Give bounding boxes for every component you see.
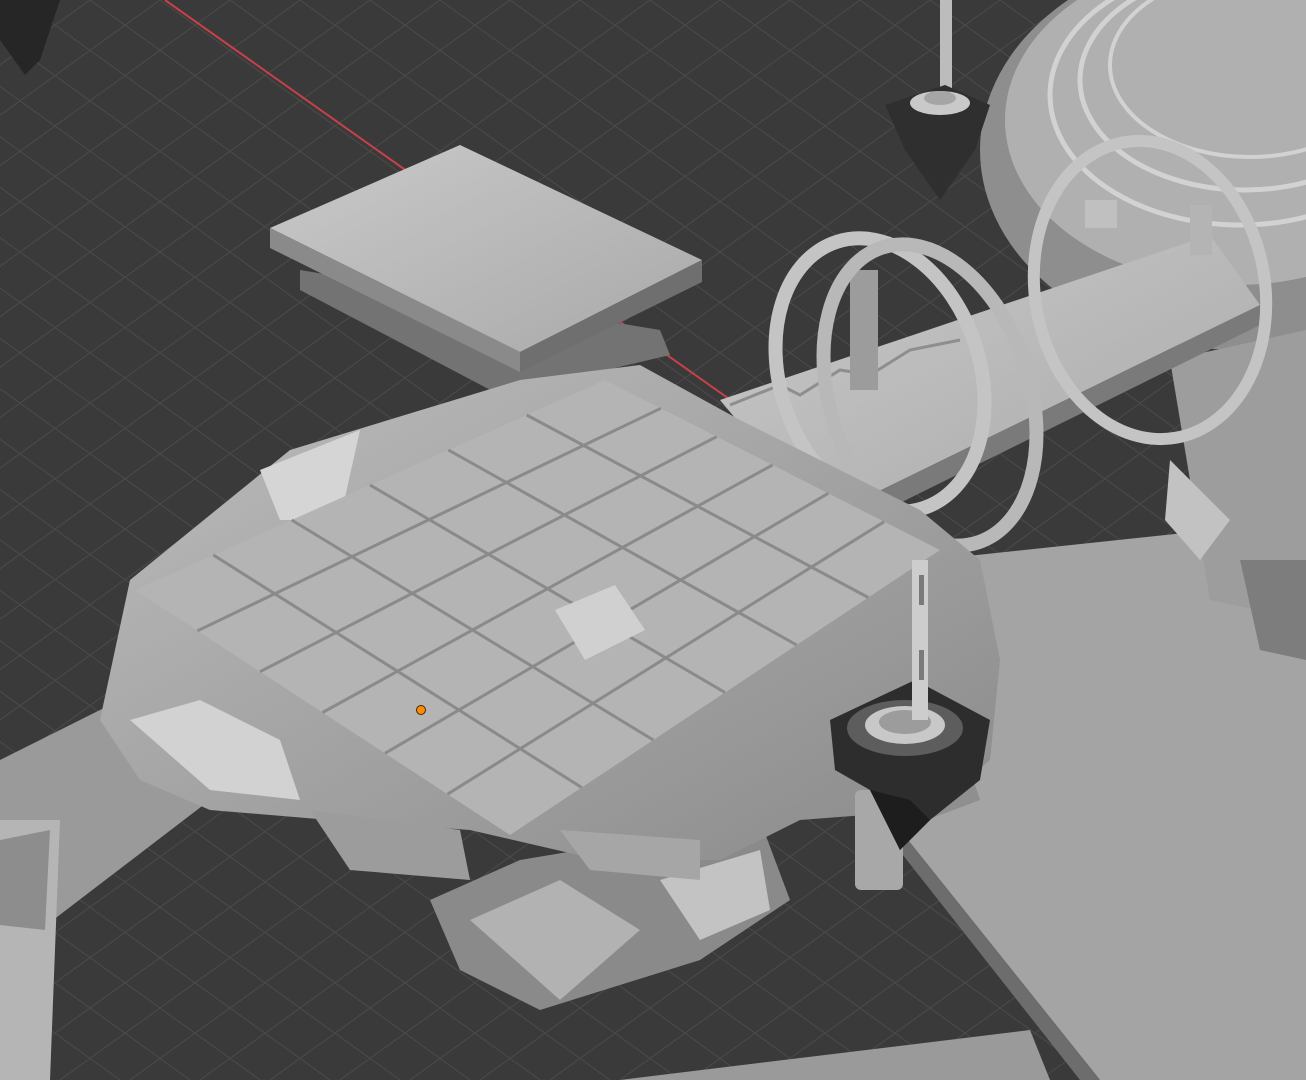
object-origin [416, 705, 426, 715]
3d-viewport[interactable] [0, 0, 1306, 1080]
left-ramp-detail [0, 830, 50, 930]
floating-slab [270, 145, 702, 395]
top-left-fragment [0, 0, 60, 75]
viewport-scene[interactable] [0, 0, 1306, 1080]
bottom-slab [620, 1030, 1050, 1080]
